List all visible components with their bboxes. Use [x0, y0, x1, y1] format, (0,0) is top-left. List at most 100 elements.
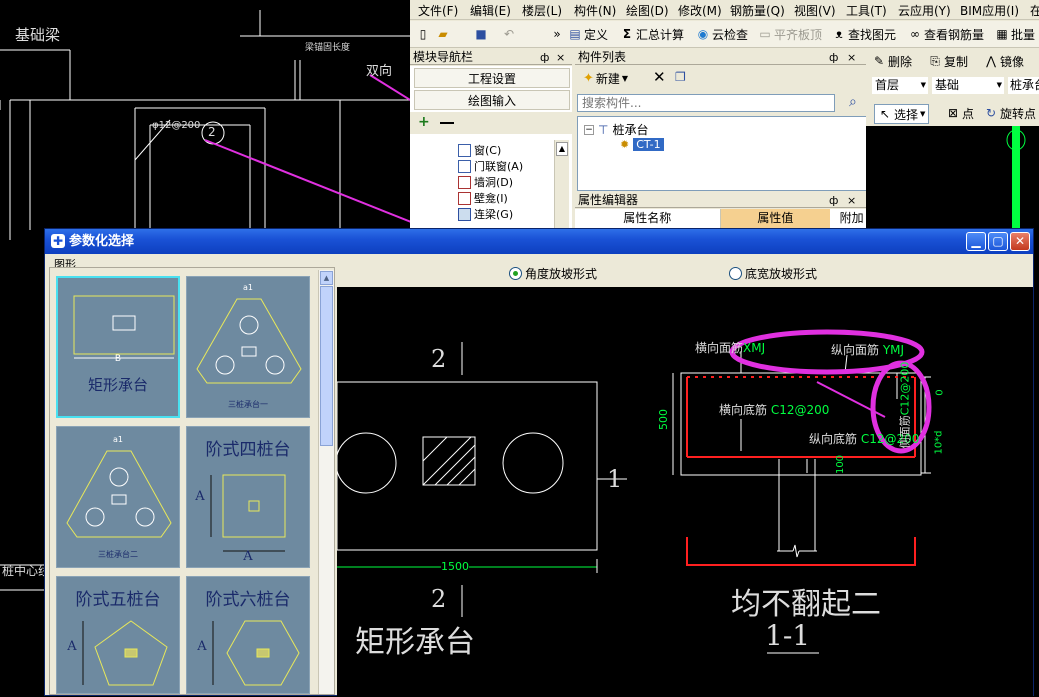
component-list-pin-icon[interactable]: ф — [829, 50, 838, 65]
undo-icon: ↶ — [503, 27, 515, 41]
menu-bar: 文件(F) 编辑(E) 楼层(L) 构件(N) 绘图(D) 修改(M) 钢筋量(Q) 视图(V… — [410, 0, 1039, 20]
radio-angle-label: 角度放坡形式 — [525, 267, 598, 281]
undo-button[interactable]: ↶ — [502, 25, 516, 43]
view-rebar-button[interactable]: ∞ 查看钢筋量 — [908, 25, 984, 43]
menu-item[interactable]: 云应用(Y) — [898, 2, 951, 19]
radio-width-slope[interactable]: 底宽放坡形式 — [729, 265, 817, 282]
new-component-label: 新建 — [595, 72, 620, 86]
menu-item[interactable]: 构件(N) — [574, 2, 616, 19]
menu-item[interactable]: 钢筋量(Q) — [730, 2, 785, 19]
define-button[interactable]: ▤ 定义 — [568, 25, 608, 43]
category-select[interactable]: 基础 ▼ — [932, 77, 1004, 94]
tree-item-wall-hole[interactable]: 墙洞(D) — [458, 174, 513, 190]
tree-node-ct1[interactable]: ✹ CT-1 — [620, 138, 664, 151]
minimize-button[interactable]: ▁ — [966, 232, 986, 251]
thumb-rectangular-cap[interactable]: B 矩形承台 — [56, 276, 180, 418]
tree-item-niche[interactable]: 壁龛(I) — [458, 190, 508, 206]
new-file-button[interactable]: ▯ — [416, 25, 430, 43]
point-button[interactable]: ⊠ 点 — [946, 104, 974, 122]
select-button[interactable]: ↖ 选择 ▼ — [874, 104, 930, 124]
save-button[interactable]: ■ — [474, 25, 488, 43]
tree-item-coupling-beam[interactable]: 连梁(G) — [458, 206, 513, 222]
thumb-label: 矩形承台 — [87, 376, 148, 394]
add-folder-icon[interactable]: + — [418, 114, 430, 130]
property-editor-title-text: 属性编辑器 — [578, 193, 639, 207]
dim-10d: 10*d — [933, 430, 945, 455]
property-editor-close-icon[interactable]: × — [847, 193, 856, 208]
thumb-stepped-five-pile-cap[interactable]: 阶式五桩台 A — [56, 576, 180, 694]
slab-icon: ▭ — [759, 27, 771, 41]
label-longitudinal-top-text: 纵向面筋 — [831, 343, 880, 357]
delete-button[interactable]: ✎ 删除 — [872, 52, 912, 70]
menu-item[interactable]: 在 — [1030, 2, 1039, 19]
tree-node-pile-cap[interactable]: − ⊤ 桩承台 — [584, 121, 648, 138]
find-element-label: 查找图元 — [848, 27, 897, 42]
menu-item[interactable]: 视图(V) — [794, 2, 836, 19]
component-list-title-text: 构件列表 — [578, 50, 627, 64]
batch-label: 批量 — [1011, 27, 1036, 42]
nav-drawing-input-button[interactable]: 绘图输入 — [414, 90, 570, 110]
pin-icon[interactable]: ф — [540, 50, 549, 65]
radio-unselected-icon — [729, 267, 742, 280]
chevron-down-icon: ▼ — [920, 81, 926, 89]
thumb-stepped-four-pile-cap[interactable]: 阶式四桩台 A A — [186, 426, 310, 568]
point-label: 点 — [962, 106, 975, 121]
dialog-titlebar[interactable]: ✚ 参数化选择 ▁ ▢ ✕ — [45, 229, 1033, 254]
rotate-point-button[interactable]: ↻ 旋转点 — [984, 104, 1036, 122]
find-element-button[interactable]: ᴥ 查找图元 — [832, 25, 896, 43]
new-component-button[interactable]: ✦ 新建 ▼ — [583, 70, 628, 87]
shapes-scrollbar[interactable]: ▲ — [318, 270, 334, 694]
cloud-check-button[interactable]: ◉ 云检查 — [696, 25, 748, 43]
close-button[interactable]: ✕ — [1010, 232, 1030, 251]
open-button[interactable]: ▰ — [436, 25, 450, 43]
menu-item[interactable]: BIM应用(I) — [960, 2, 1019, 19]
close-icon[interactable]: × — [556, 50, 565, 65]
select-label: 选择 — [894, 107, 919, 122]
point-icon: ⊠ — [947, 106, 959, 120]
maximize-button[interactable]: ▢ — [988, 232, 1008, 251]
table-icon: ▤ — [569, 27, 581, 41]
scroll-up-icon[interactable]: ▲ — [320, 271, 333, 285]
tree-node-pile-cap-label: 桩承台 — [612, 123, 649, 137]
tree-item-door-window[interactable]: 门联窗(A) — [458, 158, 523, 174]
property-name-header: 属性名称 — [575, 209, 721, 228]
menu-item[interactable]: 绘图(D) — [626, 2, 669, 19]
menu-item[interactable]: 楼层(L) — [522, 2, 562, 19]
thumb-dim-label: A — [195, 489, 205, 504]
property-value-header: 属性值 — [720, 209, 831, 228]
search-icon[interactable]: ⌕ — [849, 94, 857, 110]
property-editor-pin-icon[interactable]: ф — [829, 193, 838, 208]
batch-button[interactable]: ▦ 批量 — [995, 25, 1035, 43]
delete-x-icon[interactable]: ✕ — [653, 68, 666, 86]
menu-item[interactable]: 工具(T) — [846, 2, 887, 19]
more-button[interactable]: » — [550, 25, 564, 43]
property-editor-header: 属性名称 属性值 附加 — [575, 209, 873, 228]
cap-drawing-canvas: 2 2 1 1500 矩形承台 500 横向面筋XMJ 纵向面筋 YMJ 横向底… — [337, 287, 1033, 697]
radio-angle-slope[interactable]: 角度放坡形式 — [509, 265, 597, 282]
component-search-input[interactable] — [577, 94, 835, 112]
dialog-title: 参数化选择 — [69, 234, 135, 249]
mirror-button[interactable]: ⋀ 镜像 — [984, 52, 1024, 70]
copy-button[interactable]: ⎘ 复制 — [928, 52, 968, 70]
collapse-icon[interactable] — [440, 122, 454, 124]
scroll-up-icon[interactable]: ▲ — [556, 142, 568, 156]
flat-slab-button[interactable]: ▭ 平齐板顶 — [758, 25, 822, 43]
sum-calc-button[interactable]: Σ 汇总计算 — [620, 25, 684, 43]
nav-project-settings-button[interactable]: 工程设置 — [414, 68, 570, 88]
collapse-minus-icon[interactable]: − — [584, 124, 594, 135]
thumb-dim-label: a1 — [243, 283, 253, 292]
thumb-stepped-six-pile-cap[interactable]: 阶式六桩台 A — [186, 576, 310, 694]
component-list-title: 构件列表 ф × — [575, 50, 873, 65]
element-select[interactable]: 桩承台 — [1008, 77, 1039, 94]
floor-select[interactable]: 首层 ▼ — [872, 77, 928, 94]
thumb-three-pile-cap-1[interactable]: a1 三桩承台一 — [186, 276, 310, 418]
copy-icon[interactable]: ❐ — [675, 70, 686, 84]
component-list-panel: ✦ 新建 ▼ ✕ ❐ ⌕ − ⊤ 桩承台 ✹ CT-1 — [575, 66, 873, 193]
menu-item[interactable]: 编辑(E) — [470, 2, 511, 19]
menu-item[interactable]: 文件(F) — [418, 2, 458, 19]
nav-scrollbar[interactable]: ▲ — [554, 140, 569, 228]
scrollbar-thumb[interactable] — [320, 286, 333, 446]
tree-item-window[interactable]: 窗(C) — [458, 142, 501, 158]
component-list-close-icon[interactable]: × — [847, 50, 856, 65]
menu-item[interactable]: 修改(M) — [678, 2, 722, 19]
